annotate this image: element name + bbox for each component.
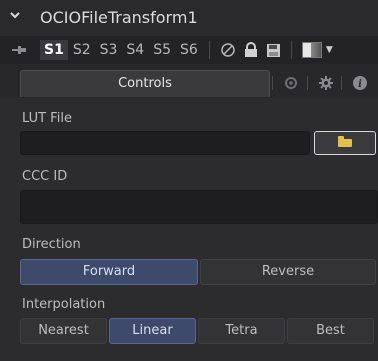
divider [290,41,292,59]
inspector-tabs: Controls i [0,68,378,98]
ccc-id-label: CCC ID [22,169,68,184]
tool-header[interactable]: OCIOFileTransform1 [0,0,378,36]
info-icon[interactable]: i [345,70,375,96]
interpolation-selector: Nearest Linear Tetra Best [20,318,374,344]
interpolation-best-button[interactable]: Best [287,318,374,344]
version-bar: S1 S2 S3 S4 S5 S6 ▼ [0,36,378,64]
chevron-down-icon[interactable] [9,9,21,27]
settings-tab-icon[interactable] [276,70,306,96]
tool-panel: OCIOFileTransform1 S1 S2 S3 S4 S5 S6 ▼ C… [0,0,378,361]
gear-icon[interactable] [311,70,341,96]
pin-icon[interactable] [10,41,28,59]
direction-selector: Forward Reverse [20,259,378,285]
direction-reverse-button[interactable]: Reverse [200,259,376,285]
save-icon[interactable] [266,40,281,60]
divider [272,76,273,90]
version-button-s1[interactable]: S1 [40,40,68,60]
svg-text:i: i [358,79,362,90]
divider [307,76,308,90]
ccc-id-input[interactable] [20,190,378,224]
version-button-s5[interactable]: S5 [149,40,175,60]
divider [208,41,210,59]
browse-button[interactable] [314,131,376,155]
divider [341,76,342,90]
direction-forward-button[interactable]: Forward [20,259,198,285]
interpolation-nearest-button[interactable]: Nearest [20,318,107,344]
interpolation-linear-button[interactable]: Linear [109,318,196,344]
version-button-s2[interactable]: S2 [69,40,95,60]
lut-file-input[interactable] [20,131,310,155]
interpolation-tetra-button[interactable]: Tetra [198,318,285,344]
lut-file-label: LUT File [22,111,72,126]
lock-icon[interactable] [244,40,258,60]
tab-controls[interactable]: Controls [20,70,270,97]
interpolation-label: Interpolation [22,297,106,312]
version-buttons: S1 S2 S3 S4 S5 S6 ▼ [40,39,337,61]
direction-label: Direction [22,237,81,252]
chevron-down-icon: ▼ [325,45,333,55]
disable-icon[interactable] [220,40,236,60]
color-swatch-icon[interactable]: ▼ [301,40,333,60]
version-button-s3[interactable]: S3 [96,40,122,60]
tool-title: OCIOFileTransform1 [40,8,198,27]
folder-icon [338,136,352,147]
version-button-s6[interactable]: S6 [176,40,202,60]
version-button-s4[interactable]: S4 [122,40,148,60]
